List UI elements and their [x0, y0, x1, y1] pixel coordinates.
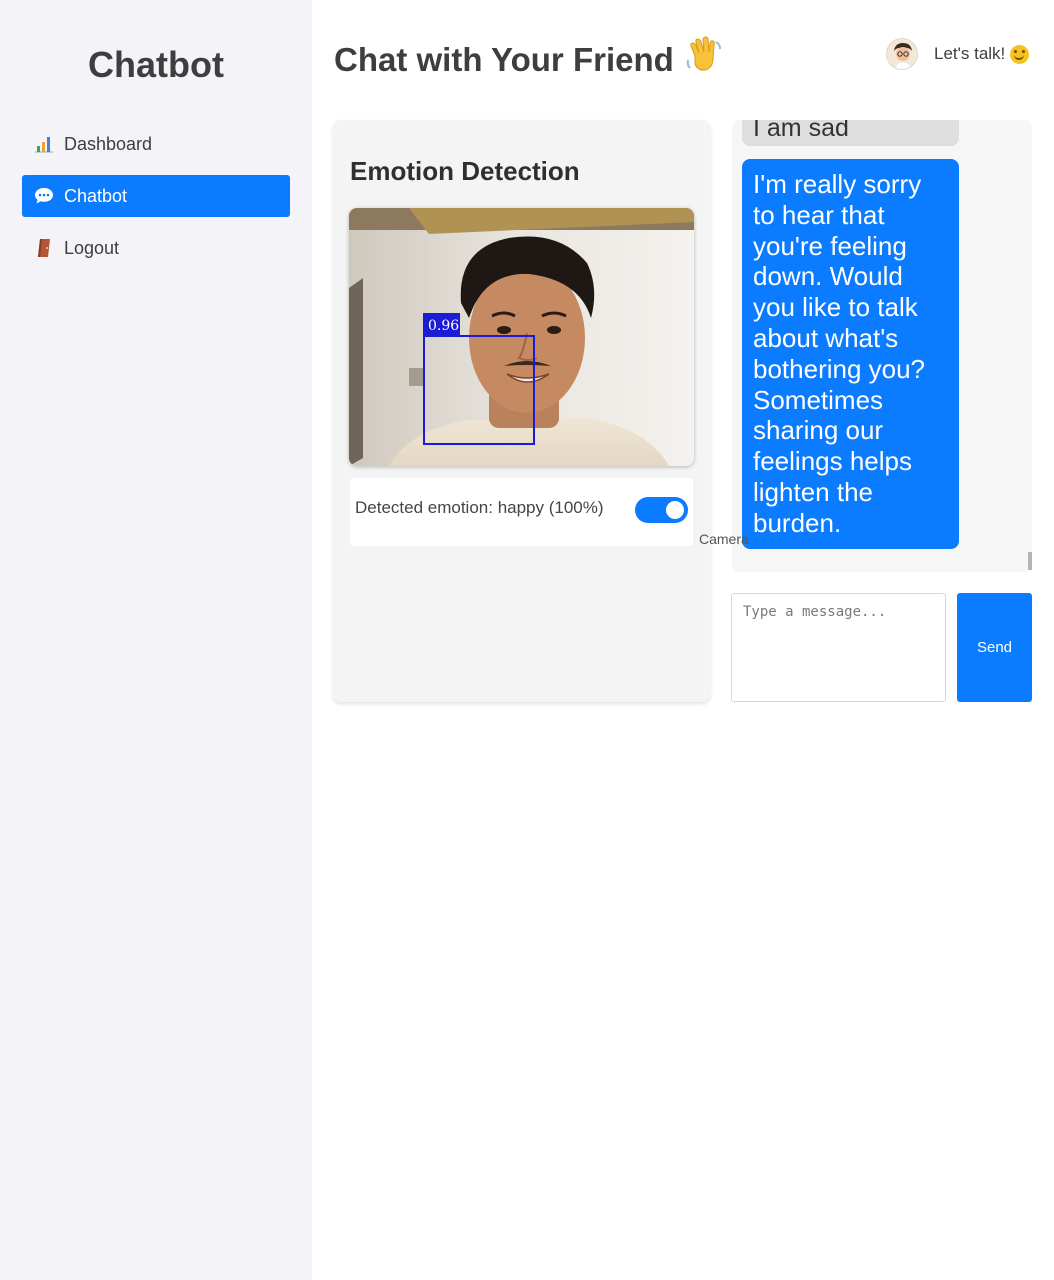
chat-messages[interactable]: I am sad I'm really sorry to hear that y… [732, 120, 1032, 572]
message-input[interactable] [731, 593, 946, 702]
speech-bubble-icon [34, 186, 54, 206]
header-user: Let's talk! [886, 38, 1030, 70]
sidebar-item-dashboard[interactable]: Dashboard [22, 123, 290, 165]
page-title-text: Chat with Your Friend [334, 40, 674, 78]
sidebar-brand: Chatbot [88, 44, 224, 85]
send-button[interactable]: Send [957, 593, 1032, 702]
camera-toggle[interactable] [635, 497, 688, 523]
detected-emotion-text: Detected emotion: happy (100%) [355, 498, 604, 517]
chat-scrollbar[interactable] [1028, 552, 1032, 570]
header-greeting-text: Let's talk! [934, 44, 1006, 63]
bar-chart-icon [34, 134, 54, 154]
smiling-face-icon [1010, 44, 1030, 64]
user-message-text: I am sad [753, 120, 849, 142]
sidebar-item-label: Chatbot [64, 185, 128, 206]
avatar-icon[interactable] [886, 38, 918, 70]
sidebar: Chatbot Dashboard Chatbot Logout [0, 0, 312, 1280]
page-title: Chat with Your Friend [334, 36, 722, 83]
waving-hand-icon [686, 36, 722, 83]
header-greeting: Let's talk! [934, 44, 1030, 64]
emotion-status-row: Detected emotion: happy (100%) [350, 478, 693, 546]
sidebar-item-chatbot[interactable]: Chatbot [22, 175, 290, 217]
emotion-panel: Emotion Detection 0.96 Detected emotion:… [333, 120, 710, 702]
sidebar-item-label: Dashboard [64, 133, 153, 154]
bot-message-bubble: I'm really sorry to hear that you're fee… [742, 159, 959, 549]
face-confidence-label: 0.96 [428, 318, 459, 334]
door-icon [34, 238, 54, 258]
camera-feed: 0.96 [349, 208, 694, 466]
emotion-title: Emotion Detection [350, 156, 580, 186]
user-message-bubble: I am sad [742, 120, 959, 146]
sidebar-item-logout[interactable]: Logout [22, 227, 290, 269]
camera-toggle-label: Camera [699, 531, 749, 547]
sidebar-item-label: Logout [64, 237, 120, 258]
